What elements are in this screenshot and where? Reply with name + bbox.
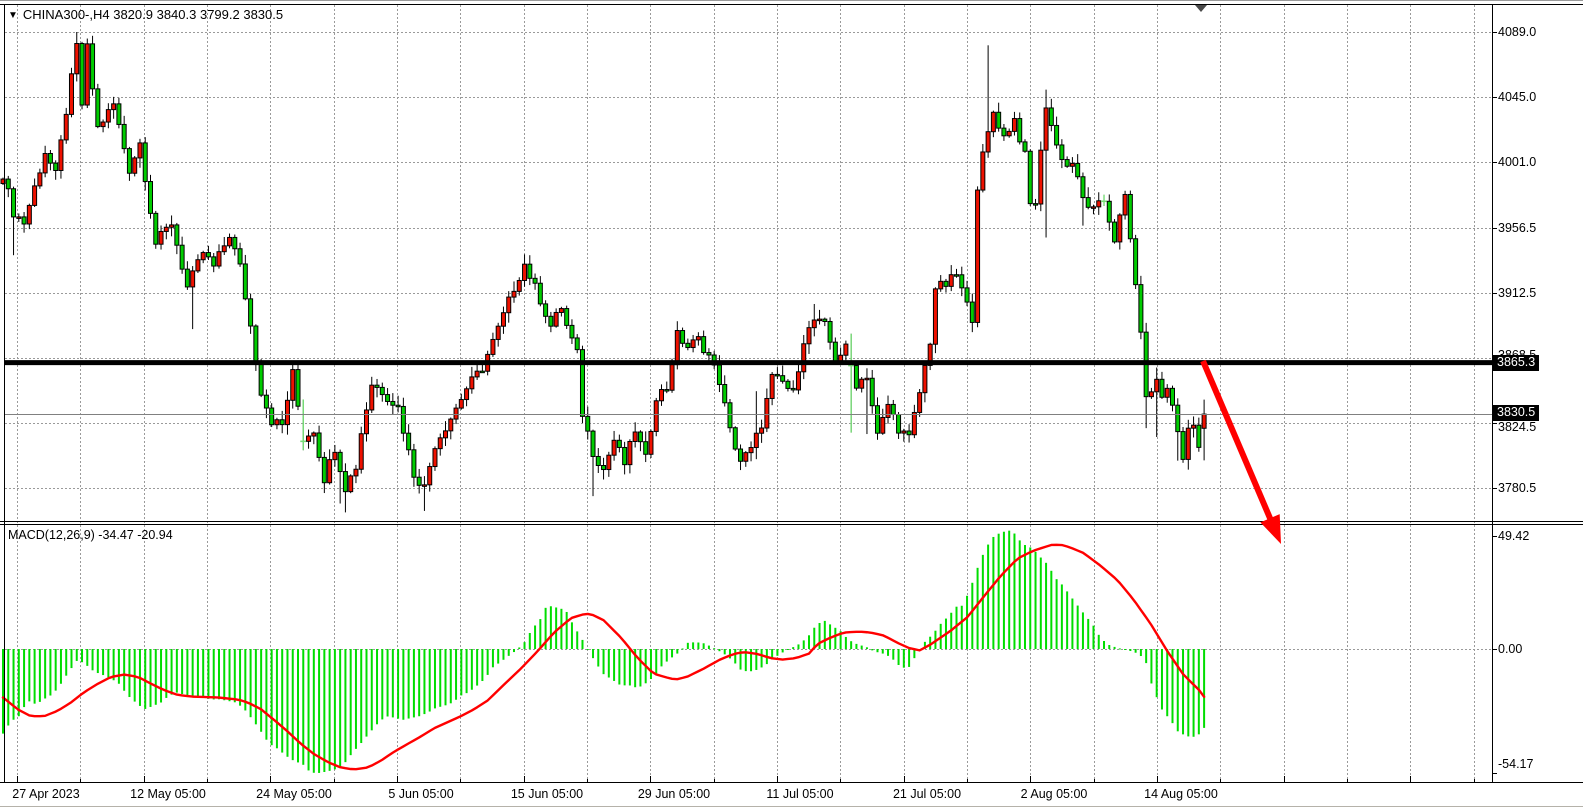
macd-axis-label: 49.42 <box>1498 529 1529 543</box>
time-axis-label: 21 Jul 05:00 <box>893 787 961 801</box>
chart-shift-marker-icon[interactable] <box>1195 5 1207 12</box>
price-axis-label: 3780.5 <box>1498 481 1536 495</box>
price-axis-label: 4045.0 <box>1498 90 1536 104</box>
time-axis-label: 14 Aug 05:00 <box>1144 787 1218 801</box>
time-axis-label: 29 Jun 05:00 <box>638 787 710 801</box>
macd-indicator-label: MACD(12,26,9) -34.47 -20.94 <box>8 528 173 542</box>
price-axis-label: 3824.5 <box>1498 420 1536 434</box>
time-axis-label: 24 May 05:00 <box>256 787 332 801</box>
time-axis-label: 27 Apr 2023 <box>12 787 79 801</box>
time-axis-label: 11 Jul 05:00 <box>766 787 833 801</box>
price-axis-label: 3912.5 <box>1498 286 1536 300</box>
bid-price-badge: 3830.5 <box>1493 405 1539 421</box>
time-axis-label: 5 Jun 05:00 <box>388 787 453 801</box>
support-price-badge: 3865.3 <box>1493 355 1539 371</box>
chart-canvas[interactable] <box>0 1 1583 811</box>
price-axis-label: 4001.0 <box>1498 155 1536 169</box>
price-axis-label: 4089.0 <box>1498 25 1536 39</box>
chart-window: ▼ CHINA300-,H4 3820.9 3840.3 3799.2 3830.… <box>0 0 1583 811</box>
macd-axis-label: -54.17 <box>1498 757 1533 771</box>
time-axis-label: 15 Jun 05:00 <box>511 787 583 801</box>
symbol-ohlc-text: CHINA300-,H4 3820.9 3840.3 3799.2 3830.5 <box>23 7 283 22</box>
price-axis-label: 3956.5 <box>1498 221 1536 235</box>
time-axis-label: 2 Aug 05:00 <box>1021 787 1088 801</box>
symbol-title: ▼ CHINA300-,H4 3820.9 3840.3 3799.2 3830.… <box>8 7 283 22</box>
macd-axis-label: 0.00 <box>1498 642 1522 656</box>
time-axis-label: 12 May 05:00 <box>130 787 206 801</box>
chevron-down-icon: ▼ <box>8 10 18 21</box>
